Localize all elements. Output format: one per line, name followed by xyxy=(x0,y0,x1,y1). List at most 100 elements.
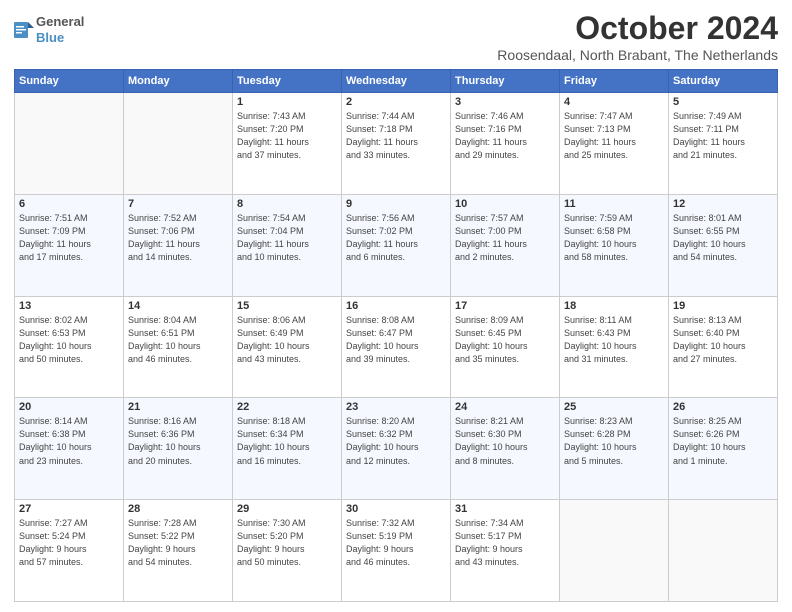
calendar-cell: 2Sunrise: 7:44 AM Sunset: 7:18 PM Daylig… xyxy=(342,93,451,195)
week-row-4: 20Sunrise: 8:14 AM Sunset: 6:38 PM Dayli… xyxy=(15,398,778,500)
day-header-friday: Friday xyxy=(560,70,669,93)
calendar-cell: 20Sunrise: 8:14 AM Sunset: 6:38 PM Dayli… xyxy=(15,398,124,500)
week-row-2: 6Sunrise: 7:51 AM Sunset: 7:09 PM Daylig… xyxy=(15,194,778,296)
calendar-cell: 12 Sunrise: 8:01 AM Sunset: 6:55 PM Dayli… xyxy=(669,194,778,296)
calendar-cell xyxy=(560,500,669,602)
day-number: 4 xyxy=(564,96,664,108)
day-number: 31 xyxy=(455,503,555,515)
calendar-header-row: SundayMondayTuesdayWednesdayThursdayFrid… xyxy=(15,70,778,93)
day-header-sunday: Sunday xyxy=(15,70,124,93)
day-info: Sunrise: 8:25 AM Sunset: 6:26 PM Dayligh… xyxy=(673,415,773,467)
day-number: 13 xyxy=(19,300,119,312)
day-number: 22 xyxy=(237,401,337,413)
calendar-cell: 5 Sunrise: 7:49 AM Sunset: 7:11 PM Daylig… xyxy=(669,93,778,195)
day-info: Sunrise: 7:28 AM Sunset: 5:22 PM Dayligh… xyxy=(128,517,228,569)
calendar-cell: 19Sunrise: 8:13 AM Sunset: 6:40 PM Dayli… xyxy=(669,296,778,398)
calendar-cell: 13 Sunrise: 8:02 AM Sunset: 6:53 PM Dayli… xyxy=(15,296,124,398)
calendar-cell xyxy=(124,93,233,195)
calendar-cell: 31 Sunrise: 7:34 AM Sunset: 5:17 PM Dayli… xyxy=(451,500,560,602)
day-number: 21 xyxy=(128,401,228,413)
day-number: 2 xyxy=(346,96,446,108)
day-number: 26 xyxy=(673,401,773,413)
calendar-cell: 23 Sunrise: 8:20 AM Sunset: 6:32 PM Dayli… xyxy=(342,398,451,500)
calendar-table: SundayMondayTuesdayWednesdayThursdayFrid… xyxy=(14,69,778,602)
day-info: Sunrise: 7:27 AM Sunset: 5:24 PM Dayligh… xyxy=(19,517,119,569)
calendar-cell: 3 Sunrise: 7:46 AM Sunset: 7:16 PM Daylig… xyxy=(451,93,560,195)
calendar-cell: 15 Sunrise: 8:06 AM Sunset: 6:49 PM Dayli… xyxy=(233,296,342,398)
logo-text: General Blue xyxy=(36,14,84,45)
day-number: 29 xyxy=(237,503,337,515)
day-info: Sunrise: 7:34 AM Sunset: 5:17 PM Dayligh… xyxy=(455,517,555,569)
day-info: Sunrise: 8:20 AM Sunset: 6:32 PM Dayligh… xyxy=(346,415,446,467)
day-info: Sunrise: 8:21 AM Sunset: 6:30 PM Dayligh… xyxy=(455,415,555,467)
week-row-5: 27 Sunrise: 7:27 AM Sunset: 5:24 PM Dayli… xyxy=(15,500,778,602)
day-number: 6 xyxy=(19,198,119,210)
calendar-cell: 26 Sunrise: 8:25 AM Sunset: 6:26 PM Dayli… xyxy=(669,398,778,500)
day-info: Sunrise: 7:46 AM Sunset: 7:16 PM Dayligh… xyxy=(455,110,555,162)
day-info: Sunrise: 8:08 AM Sunset: 6:47 PM Dayligh… xyxy=(346,314,446,366)
day-header-thursday: Thursday xyxy=(451,70,560,93)
day-number: 16 xyxy=(346,300,446,312)
day-number: 15 xyxy=(237,300,337,312)
logo: General Blue xyxy=(14,14,84,45)
calendar-cell: 24 Sunrise: 8:21 AM Sunset: 6:30 PM Dayli… xyxy=(451,398,560,500)
logo-icon xyxy=(14,18,34,42)
day-number: 27 xyxy=(19,503,119,515)
day-number: 7 xyxy=(128,198,228,210)
day-number: 3 xyxy=(455,96,555,108)
calendar-cell: 4 Sunrise: 7:47 AM Sunset: 7:13 PM Daylig… xyxy=(560,93,669,195)
day-info: Sunrise: 7:30 AM Sunset: 5:20 PM Dayligh… xyxy=(237,517,337,569)
calendar-cell: 10Sunrise: 7:57 AM Sunset: 7:00 PM Dayli… xyxy=(451,194,560,296)
calendar-cell: 21 Sunrise: 8:16 AM Sunset: 6:36 PM Dayli… xyxy=(124,398,233,500)
day-number: 18 xyxy=(564,300,664,312)
day-number: 14 xyxy=(128,300,228,312)
day-number: 19 xyxy=(673,300,773,312)
day-number: 1 xyxy=(237,96,337,108)
day-number: 12 xyxy=(673,198,773,210)
calendar-cell: 1 Sunrise: 7:43 AM Sunset: 7:20 PM Daylig… xyxy=(233,93,342,195)
day-info: Sunrise: 7:52 AM Sunset: 7:06 PM Dayligh… xyxy=(128,212,228,264)
day-number: 23 xyxy=(346,401,446,413)
day-info: Sunrise: 8:16 AM Sunset: 6:36 PM Dayligh… xyxy=(128,415,228,467)
calendar-cell: 28 Sunrise: 7:28 AM Sunset: 5:22 PM Dayli… xyxy=(124,500,233,602)
day-info: Sunrise: 7:49 AM Sunset: 7:11 PM Dayligh… xyxy=(673,110,773,162)
day-info: Sunrise: 7:54 AM Sunset: 7:04 PM Dayligh… xyxy=(237,212,337,264)
day-info: Sunrise: 7:59 AM Sunset: 6:58 PM Dayligh… xyxy=(564,212,664,264)
day-number: 10 xyxy=(455,198,555,210)
day-info: Sunrise: 8:06 AM Sunset: 6:49 PM Dayligh… xyxy=(237,314,337,366)
day-info: Sunrise: 7:43 AM Sunset: 7:20 PM Dayligh… xyxy=(237,110,337,162)
day-number: 24 xyxy=(455,401,555,413)
calendar-cell: 18 Sunrise: 8:11 AM Sunset: 6:43 PM Dayli… xyxy=(560,296,669,398)
day-number: 5 xyxy=(673,96,773,108)
day-info: Sunrise: 8:23 AM Sunset: 6:28 PM Dayligh… xyxy=(564,415,664,467)
title-block: October 2024 Roosendaal, North Brabant, … xyxy=(497,10,778,63)
calendar-cell: 22 Sunrise: 8:18 AM Sunset: 6:34 PM Dayli… xyxy=(233,398,342,500)
calendar-cell: 30Sunrise: 7:32 AM Sunset: 5:19 PM Dayli… xyxy=(342,500,451,602)
day-header-tuesday: Tuesday xyxy=(233,70,342,93)
logo-line1: General xyxy=(36,14,84,30)
day-number: 8 xyxy=(237,198,337,210)
page: General Blue October 2024 Roosendaal, No… xyxy=(0,0,792,612)
day-number: 28 xyxy=(128,503,228,515)
calendar-cell: 17Sunrise: 8:09 AM Sunset: 6:45 PM Dayli… xyxy=(451,296,560,398)
calendar-cell: 6Sunrise: 7:51 AM Sunset: 7:09 PM Daylig… xyxy=(15,194,124,296)
day-info: Sunrise: 7:32 AM Sunset: 5:19 PM Dayligh… xyxy=(346,517,446,569)
day-info: Sunrise: 8:11 AM Sunset: 6:43 PM Dayligh… xyxy=(564,314,664,366)
day-info: Sunrise: 7:56 AM Sunset: 7:02 PM Dayligh… xyxy=(346,212,446,264)
day-number: 9 xyxy=(346,198,446,210)
day-header-monday: Monday xyxy=(124,70,233,93)
day-info: Sunrise: 7:47 AM Sunset: 7:13 PM Dayligh… xyxy=(564,110,664,162)
day-info: Sunrise: 8:02 AM Sunset: 6:53 PM Dayligh… xyxy=(19,314,119,366)
day-number: 17 xyxy=(455,300,555,312)
calendar-cell: 29 Sunrise: 7:30 AM Sunset: 5:20 PM Dayli… xyxy=(233,500,342,602)
calendar-cell: 25 Sunrise: 8:23 AM Sunset: 6:28 PM Dayli… xyxy=(560,398,669,500)
day-header-wednesday: Wednesday xyxy=(342,70,451,93)
day-number: 25 xyxy=(564,401,664,413)
day-number: 11 xyxy=(564,198,664,210)
calendar-cell: 9 Sunrise: 7:56 AM Sunset: 7:02 PM Daylig… xyxy=(342,194,451,296)
day-info: Sunrise: 8:01 AM Sunset: 6:55 PM Dayligh… xyxy=(673,212,773,264)
day-header-saturday: Saturday xyxy=(669,70,778,93)
calendar-cell: 14Sunrise: 8:04 AM Sunset: 6:51 PM Dayli… xyxy=(124,296,233,398)
day-info: Sunrise: 8:18 AM Sunset: 6:34 PM Dayligh… xyxy=(237,415,337,467)
calendar-cell: 16 Sunrise: 8:08 AM Sunset: 6:47 PM Dayli… xyxy=(342,296,451,398)
